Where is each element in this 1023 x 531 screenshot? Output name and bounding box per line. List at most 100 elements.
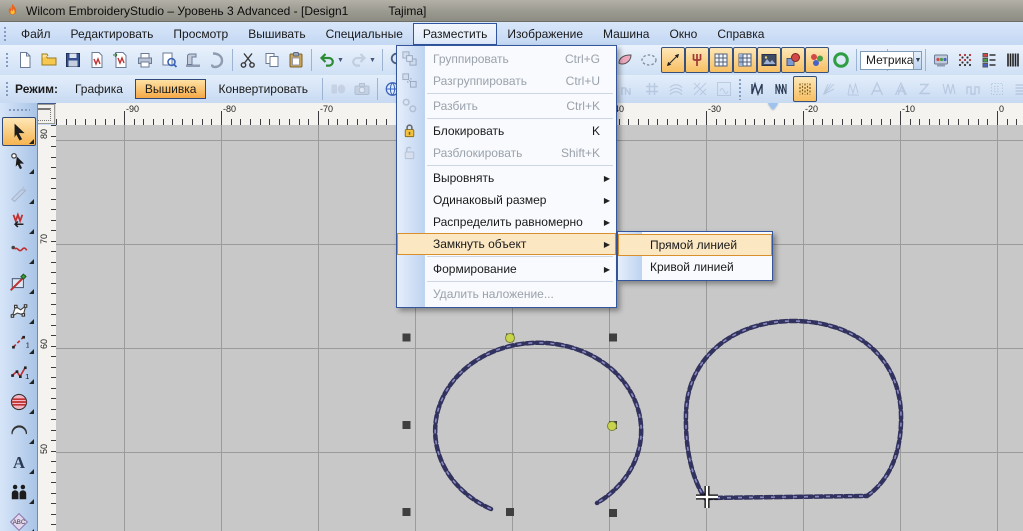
- camera-button[interactable]: [350, 76, 374, 102]
- stitch-dots-button[interactable]: [953, 47, 977, 73]
- p-stitch-button[interactable]: [961, 76, 985, 102]
- new-document-button[interactable]: [13, 47, 37, 73]
- grid-hash-button[interactable]: [640, 76, 664, 102]
- contour-waves-button[interactable]: [664, 76, 688, 102]
- save-design-button[interactable]: [61, 47, 85, 73]
- buddies-tool-icon: [9, 482, 29, 502]
- satin-ring-tool-button[interactable]: [2, 417, 36, 446]
- grid-button[interactable]: [709, 47, 733, 73]
- undo-button[interactable]: ▼: [315, 47, 347, 73]
- z-stitch-button[interactable]: [913, 76, 937, 102]
- graduated-grid-button[interactable]: [733, 47, 757, 73]
- tatami-button[interactable]: [793, 76, 817, 102]
- stitch-edit-tool-button[interactable]: [2, 207, 36, 236]
- object-to-photo-button[interactable]: [326, 76, 350, 102]
- motif-fill-button[interactable]: [712, 76, 736, 102]
- line-stack-button[interactable]: [1009, 76, 1023, 102]
- w-stitch-button[interactable]: [937, 76, 961, 102]
- dot-square-button[interactable]: [985, 76, 1009, 102]
- menubar-item-edit[interactable]: Редактировать: [61, 23, 164, 45]
- menu-item-ungroup[interactable]: РазгруппироватьCtrl+U: [397, 70, 616, 92]
- color-objects-button[interactable]: [805, 47, 829, 73]
- a-outline-button[interactable]: [865, 76, 889, 102]
- reshape-tool-button[interactable]: [2, 147, 36, 176]
- chevron-down-icon[interactable]: ▼: [337, 57, 344, 64]
- remove-outline-tool-button[interactable]: [2, 267, 36, 296]
- chevron-down-icon[interactable]: ▼: [369, 57, 376, 64]
- open-design-button[interactable]: [37, 47, 61, 73]
- menu-item-align[interactable]: Выровнять▶: [397, 167, 616, 189]
- convert-mode-button[interactable]: Конвертировать: [208, 79, 318, 99]
- color-film-button[interactable]: [977, 47, 1001, 73]
- overlap-objects-button[interactable]: [781, 47, 805, 73]
- toolbar-grab-handle[interactable]: [5, 81, 10, 97]
- menubar-item-window[interactable]: Окно: [659, 23, 707, 45]
- menu-item-lock[interactable]: БлокироватьK: [397, 120, 616, 142]
- embroidery-mode-button[interactable]: Вышивка: [135, 79, 207, 99]
- menubar-item-machine[interactable]: Машина: [593, 23, 659, 45]
- print-preview-button[interactable]: [157, 47, 181, 73]
- run-stitch-tool-button[interactable]: 1: [2, 327, 36, 356]
- machine-functions-button[interactable]: [929, 47, 953, 73]
- toolbar-grab-handle[interactable]: [738, 78, 743, 100]
- menubar-item-stitch[interactable]: Вышивать: [238, 23, 315, 45]
- star-shape-tool-icon: [9, 302, 29, 322]
- menu-item-break-apart[interactable]: РазбитьCtrl+K: [397, 95, 616, 117]
- select-tool-button[interactable]: [2, 117, 36, 146]
- title-bar[interactable]: Wilcom EmbroideryStudio – Уровень 3 Adva…: [0, 0, 1023, 22]
- monogram-tool-button[interactable]: ABC: [2, 507, 36, 531]
- knife-tool-button[interactable]: [2, 177, 36, 206]
- stitch-partial-icon: [619, 80, 637, 98]
- submenu-item-close-with-curved-line[interactable]: Кривой линией: [618, 256, 772, 278]
- menu-item-same-size[interactable]: Одинаковый размер▶: [397, 189, 616, 211]
- stitch-to-machine-button[interactable]: [181, 47, 205, 73]
- cut-button[interactable]: [236, 47, 260, 73]
- star-shape-tool-button[interactable]: [2, 297, 36, 326]
- graphics-mode-button[interactable]: Графика: [65, 79, 133, 99]
- dense-stitches-button[interactable]: [1001, 47, 1023, 73]
- export-machine-file-button[interactable]: [109, 47, 133, 73]
- chevron-down-icon[interactable]: ▼: [913, 52, 921, 69]
- menubar-grab-handle[interactable]: [3, 26, 8, 42]
- lettering-tool-button[interactable]: A: [2, 447, 36, 476]
- submenu-item-close-with-straight-line[interactable]: Прямой линией: [618, 234, 772, 256]
- triple-run-tool-button[interactable]: 1: [2, 357, 36, 386]
- menubar-item-view[interactable]: Просмотр: [163, 23, 238, 45]
- menu-item-remove-overlap[interactable]: Удалить наложение...: [397, 283, 616, 305]
- copy-button[interactable]: [260, 47, 284, 73]
- hook-button[interactable]: [205, 47, 229, 73]
- dashed-ellipse-button[interactable]: [637, 47, 661, 73]
- palette-grab-handle[interactable]: [8, 108, 30, 113]
- satin-circle-tool-button[interactable]: [2, 387, 36, 416]
- menu-item-shaping[interactable]: Формирование▶: [397, 258, 616, 280]
- paste-button[interactable]: [284, 47, 308, 73]
- hoop-button[interactable]: [829, 47, 853, 73]
- zigzag-dark2-button[interactable]: [769, 76, 793, 102]
- menu-item-close-object[interactable]: Замкнуть объект▶: [397, 233, 616, 255]
- fan-stitch-button[interactable]: [817, 76, 841, 102]
- menu-item-space-evenly[interactable]: Распределить равномерно▶: [397, 211, 616, 233]
- menubar-item-arrange[interactable]: Разместить: [413, 23, 498, 45]
- print-button[interactable]: [133, 47, 157, 73]
- crosshatch-button[interactable]: [688, 76, 712, 102]
- menubar-item-image[interactable]: Изображение: [497, 23, 593, 45]
- measure-button[interactable]: [661, 47, 685, 73]
- fan-stitch2-button[interactable]: [841, 76, 865, 102]
- menubar-item-special[interactable]: Специальные: [316, 23, 413, 45]
- insert-machine-file-button[interactable]: [85, 47, 109, 73]
- zigzag-dark-button[interactable]: [745, 76, 769, 102]
- menubar-item-file[interactable]: Файл: [11, 23, 61, 45]
- a-filled-button[interactable]: [889, 76, 913, 102]
- freehand-embroidery-tool-button[interactable]: [2, 237, 36, 266]
- menu-item-group[interactable]: ГруппироватьCtrl+G: [397, 48, 616, 70]
- toolbar-grab-handle[interactable]: [5, 52, 10, 68]
- needle-points-button[interactable]: [685, 47, 709, 73]
- units-dropdown[interactable]: Метрика ▼: [860, 51, 922, 70]
- background-image-button[interactable]: [757, 47, 781, 73]
- redo-button[interactable]: ▼: [347, 47, 379, 73]
- stitch-partial-button[interactable]: [616, 76, 640, 102]
- submenu-arrow-icon: ▶: [604, 265, 610, 274]
- menu-item-unlock[interactable]: РазблокироватьShift+K: [397, 142, 616, 164]
- menubar-item-help[interactable]: Справка: [707, 23, 774, 45]
- buddies-tool-button[interactable]: [2, 477, 36, 506]
